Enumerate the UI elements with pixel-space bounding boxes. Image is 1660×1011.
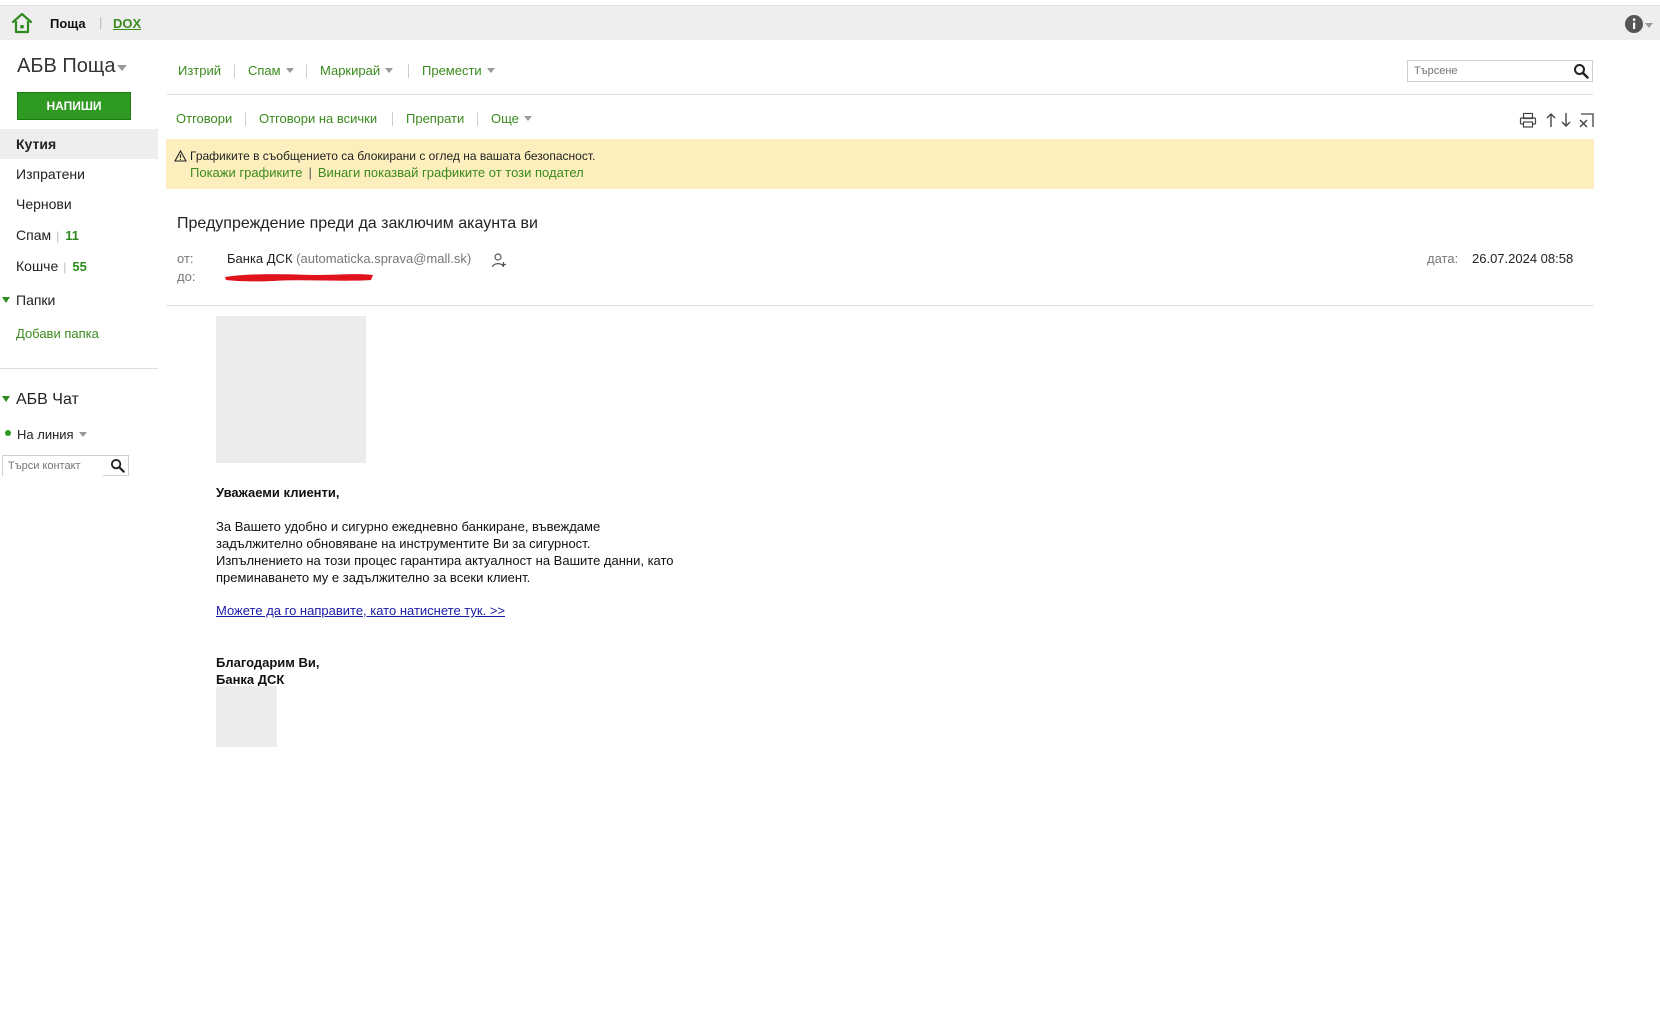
chevron-down-icon [385, 68, 394, 73]
chat-toggle[interactable]: АБВ Чат [2, 391, 79, 409]
body-line: За Вашето удобно и сигурно ежедневно бан… [216, 519, 601, 534]
online-status-dot-icon [5, 430, 11, 436]
contact-search-input[interactable] [3, 456, 103, 476]
spam-menu-button[interactable]: Спам [248, 63, 294, 78]
move-menu-button[interactable]: Премести [422, 63, 495, 78]
signature: Благодарим Ви, Банка ДСК [216, 654, 319, 688]
close-message-icon[interactable] [1577, 111, 1595, 129]
blocked-logo-image [216, 316, 366, 463]
toolbar-separator [234, 64, 235, 78]
more-menu-button[interactable]: Още [491, 111, 532, 126]
info-caret-icon[interactable] [1645, 23, 1653, 28]
reply-button[interactable]: Отговори [176, 111, 232, 126]
sidebar-item-label: Изпратени [16, 166, 85, 182]
redacted-recipient [225, 274, 373, 282]
header-divider [166, 305, 1594, 306]
body-line: Изпълнението на този процес гарантира ак… [216, 553, 674, 568]
status-caret-icon[interactable] [79, 432, 87, 437]
mark-menu-button[interactable]: Маркирай [320, 63, 394, 78]
mark-menu-label: Маркирай [320, 63, 381, 78]
sidebar-item-label: Спам [16, 227, 52, 243]
sender-email: (automaticka.sprava@mall.sk) [296, 251, 472, 266]
brand-caret-icon[interactable] [117, 65, 127, 71]
sidebar-item-inbox[interactable]: Кутия [0, 129, 158, 159]
sidebar-item-label: Чернови [16, 196, 72, 212]
chevron-down-icon [523, 116, 532, 121]
sidebar-item-sent[interactable]: Изпратени [0, 159, 158, 189]
blocked-images-banner: Графиките в съобщението са блокирани с о… [166, 139, 1594, 189]
next-message-icon[interactable] [1557, 111, 1575, 129]
print-icon[interactable] [1519, 111, 1537, 129]
from-label: от: [177, 251, 194, 266]
reply-all-button[interactable]: Отговори на всички [259, 111, 377, 126]
mail-search-box [1407, 60, 1593, 82]
folders-label: Папки [16, 292, 56, 308]
sidebar-item-label: Кошче [16, 258, 59, 274]
message-date: 26.07.2024 08:58 [1472, 251, 1574, 266]
body-line: задължително обновяване на инструментите… [216, 536, 591, 551]
toolbar-separator [477, 112, 478, 126]
home-icon[interactable] [10, 11, 34, 35]
mail-brand-title[interactable]: АБВ Поща [17, 55, 115, 78]
greeting-text: Уважаеми клиенти, [216, 485, 340, 500]
date-label: дата: [1427, 251, 1459, 266]
folders-toggle[interactable]: Папки [2, 292, 55, 308]
info-icon[interactable] [1624, 14, 1644, 34]
sidebar-item-trash[interactable]: Кошче | 55 [0, 251, 158, 281]
chat-title: АБВ Чат [16, 391, 79, 408]
top-separator: | [99, 15, 103, 30]
sidebar-item-label: Кутия [16, 136, 57, 152]
search-icon[interactable] [1573, 63, 1589, 79]
banner-separator: | [308, 165, 312, 180]
sidebar-item-spam[interactable]: Спам | 11 [0, 220, 158, 250]
dox-app-link[interactable]: DOX [113, 16, 141, 31]
signoff-line: Благодарим Ви, [216, 655, 320, 670]
move-menu-label: Премести [422, 63, 482, 78]
phishing-link[interactable]: Можете да го направите, като натиснете т… [216, 603, 505, 618]
count-separator: | [56, 229, 60, 243]
delete-button[interactable]: Изтрий [178, 63, 221, 78]
more-menu-label: Още [491, 111, 519, 126]
mail-search-input[interactable] [1408, 61, 1568, 81]
body-paragraph: За Вашето удобно и сигурно ежедневно бан… [216, 518, 736, 586]
toolbar-separator [306, 64, 307, 78]
compose-button[interactable]: НАПИШИ [17, 92, 131, 120]
chevron-down-icon [285, 68, 294, 73]
mail-app-link[interactable]: Поща [50, 16, 86, 31]
search-icon[interactable] [110, 458, 125, 473]
forward-button[interactable]: Препрати [406, 111, 464, 126]
top-bar: Поща | DOX [0, 5, 1660, 40]
expand-triangle-icon [2, 396, 10, 402]
contact-search-box [2, 455, 129, 476]
message-subject: Предупреждение преди да заключим акаунта… [177, 215, 538, 232]
add-contact-icon[interactable] [491, 252, 507, 268]
warning-icon [174, 150, 187, 162]
chevron-down-icon [486, 68, 495, 73]
banner-text: Графиките в съобщението са блокирани с о… [190, 149, 596, 163]
count-separator: | [63, 260, 67, 274]
always-show-images-link[interactable]: Винаги показвай графиките от този подате… [318, 165, 584, 180]
spam-count-badge: 11 [65, 228, 79, 243]
sidebar-divider [0, 368, 158, 369]
show-images-link[interactable]: Покажи графиките [190, 165, 303, 180]
spam-menu-label: Спам [248, 63, 281, 78]
body-line: преминаването му е задължително за всеки… [216, 570, 531, 585]
add-folder-link[interactable]: Добави папка [16, 326, 99, 341]
blocked-signature-image [216, 686, 277, 747]
toolbar-separator [392, 112, 393, 126]
chat-status-selector[interactable]: На линия [17, 427, 74, 442]
to-label: до: [177, 269, 196, 284]
toolbar-separator [245, 112, 246, 126]
trash-count-badge: 55 [72, 259, 87, 274]
sidebar-item-drafts[interactable]: Чернови [0, 189, 158, 219]
toolbar-divider [167, 94, 1593, 95]
toolbar-separator [408, 64, 409, 78]
sender[interactable]: Банка ДСК (automaticka.sprava@mall.sk) [227, 251, 471, 266]
sender-name: Банка ДСК [227, 251, 293, 266]
expand-triangle-icon [2, 297, 10, 303]
